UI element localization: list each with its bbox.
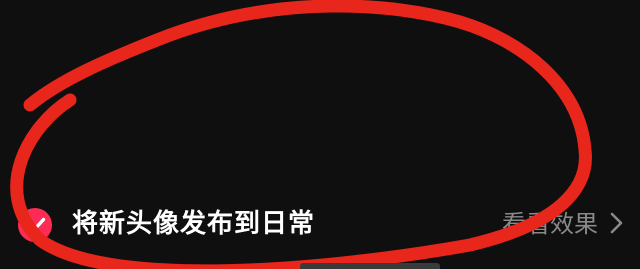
option-label: 将新头像发布到日常	[72, 209, 316, 239]
check-circle-icon[interactable]	[18, 208, 52, 242]
publish-to-daily-option[interactable]: 将新头像发布到日常 看看效果	[0, 196, 640, 252]
screen: 将新头像发布到日常 看看效果	[0, 0, 640, 269]
bottom-edge	[300, 263, 440, 269]
view-effect-link[interactable]: 看看效果	[502, 207, 598, 241]
chevron-right-icon[interactable]	[608, 209, 626, 237]
